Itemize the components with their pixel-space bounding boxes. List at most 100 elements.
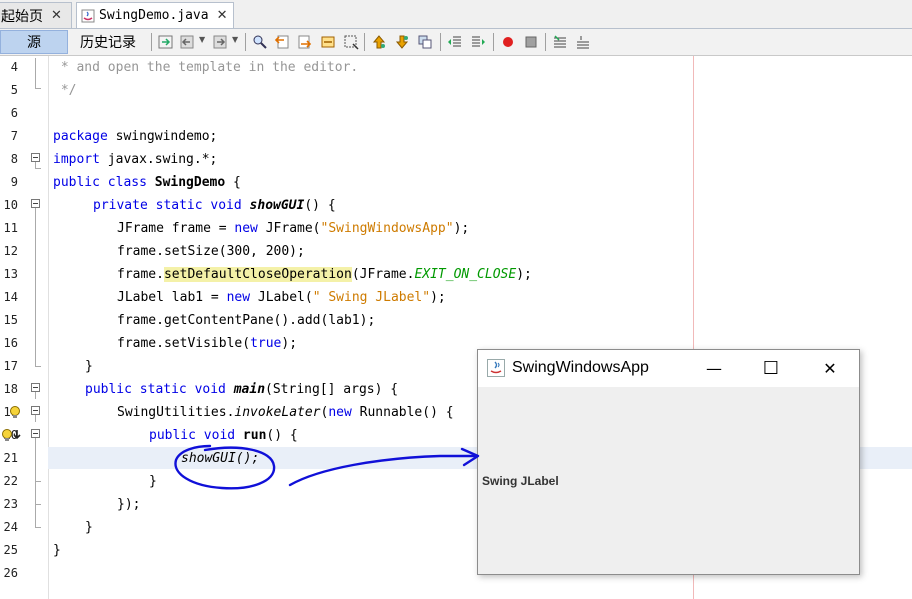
close-button[interactable]: ✕ bbox=[807, 350, 853, 387]
find-icon[interactable] bbox=[252, 34, 268, 50]
source-view-button[interactable]: 源 bbox=[0, 30, 68, 54]
tab-start-page[interactable]: 起始页 ✕ bbox=[0, 2, 72, 28]
code-line-22: } bbox=[149, 474, 157, 489]
code-line-12: frame.setSize(300, 200); bbox=[117, 244, 305, 259]
java-app-icon bbox=[487, 359, 505, 377]
line-number: 22 bbox=[3, 474, 18, 488]
code-line-21: showGUI(); bbox=[181, 451, 260, 466]
record-macro-icon[interactable] bbox=[500, 34, 516, 50]
close-icon[interactable]: ✕ bbox=[217, 8, 228, 23]
previous-bookmark-icon[interactable] bbox=[371, 34, 387, 50]
fold-end-marker bbox=[35, 366, 41, 367]
find-next-icon[interactable] bbox=[297, 34, 313, 50]
tab-label: 起始页 bbox=[1, 8, 43, 25]
back-icon[interactable] bbox=[180, 34, 196, 50]
line-number: 26 bbox=[3, 566, 18, 580]
line-number: 9 bbox=[10, 175, 18, 189]
uncomment-icon[interactable] bbox=[575, 34, 591, 50]
toolbar-separator bbox=[440, 33, 441, 51]
shift-left-icon[interactable] bbox=[447, 34, 463, 50]
line-number: 8 bbox=[10, 152, 18, 166]
swing-jlabel: Swing JLabel bbox=[482, 474, 559, 488]
line-number: 6 bbox=[10, 106, 18, 120]
line-number: 7 bbox=[10, 129, 18, 143]
fold-toggle[interactable] bbox=[31, 383, 40, 392]
line-number: 16 bbox=[3, 336, 18, 350]
code-line-7: package swingwindemo; bbox=[53, 129, 218, 144]
chevron-down-icon[interactable]: ▼ bbox=[199, 35, 205, 44]
toolbar-separator bbox=[493, 33, 494, 51]
toolbar-separator bbox=[245, 33, 246, 51]
code-line-16: frame.setVisible(true); bbox=[117, 336, 298, 351]
code-line-11: JFrame frame = new JFrame("SwingWindowsA… bbox=[117, 221, 470, 236]
editor-tab-bar: 起始页 ✕ SwingDemo.java ✕ bbox=[0, 0, 912, 29]
rectangular-selection-icon[interactable] bbox=[343, 34, 359, 50]
fold-end-marker bbox=[35, 88, 41, 89]
code-line-18: public static void main(String[] args) { bbox=[85, 382, 399, 397]
line-number: 5 bbox=[10, 83, 18, 97]
line-number: 10 bbox=[3, 198, 18, 212]
code-line-19: SwingUtilities.invokeLater(new Runnable(… bbox=[117, 405, 454, 420]
code-line-14: JLabel lab1 = new JLabel(" Swing JLabel"… bbox=[117, 290, 446, 305]
fold-toggle[interactable] bbox=[31, 406, 40, 415]
code-line-23: }); bbox=[117, 497, 141, 512]
line-number: 18 bbox=[3, 382, 18, 396]
code-line-13: frame.setDefaultCloseOperation(JFrame.EX… bbox=[117, 267, 532, 282]
next-bookmark-icon[interactable] bbox=[394, 34, 410, 50]
last-edit-icon[interactable] bbox=[158, 34, 174, 50]
fold-toggle[interactable] bbox=[31, 199, 40, 208]
fold-toggle[interactable] bbox=[31, 429, 40, 438]
forward-icon[interactable] bbox=[212, 34, 228, 50]
toolbar-separator bbox=[545, 33, 546, 51]
bulb-hint-icon[interactable] bbox=[8, 405, 22, 419]
tab-label: SwingDemo.java bbox=[99, 8, 209, 23]
java-file-icon bbox=[81, 9, 95, 22]
code-line-17: } bbox=[85, 359, 93, 374]
fold-guide bbox=[35, 58, 36, 88]
fold-guide bbox=[35, 504, 36, 527]
comment-icon[interactable] bbox=[552, 34, 568, 50]
code-line-24: } bbox=[85, 520, 93, 535]
line-number: 15 bbox=[3, 313, 18, 327]
stop-macro-icon[interactable] bbox=[523, 34, 539, 50]
line-number: 25 bbox=[3, 543, 18, 557]
history-view-button[interactable]: 历史记录 bbox=[70, 30, 146, 54]
toolbar-separator bbox=[151, 33, 152, 51]
line-number: 12 bbox=[3, 244, 18, 258]
window-title: SwingWindowsApp bbox=[512, 359, 649, 376]
shift-right-icon[interactable] bbox=[470, 34, 486, 50]
fold-end-marker bbox=[35, 527, 41, 528]
line-number: 21 bbox=[3, 451, 18, 465]
window-title-bar[interactable]: SwingWindowsApp — ☐ ✕ bbox=[478, 350, 859, 387]
fold-guide bbox=[35, 208, 36, 366]
fold-guide bbox=[35, 392, 36, 399]
line-number: 4 bbox=[10, 60, 18, 74]
maximize-button[interactable]: ☐ bbox=[748, 350, 794, 387]
code-line-15: frame.getContentPane().add(lab1); bbox=[117, 313, 376, 328]
line-number: 14 bbox=[3, 290, 18, 304]
line-number: 23 bbox=[3, 497, 18, 511]
code-line-25: } bbox=[53, 543, 61, 558]
find-previous-icon[interactable] bbox=[274, 34, 290, 50]
fold-guide bbox=[35, 415, 36, 422]
fold-guide bbox=[35, 481, 36, 504]
tab-swingdemo-java[interactable]: SwingDemo.java ✕ bbox=[76, 2, 234, 28]
editor-toolbar: 源 历史记录 ▼ ▼ bbox=[0, 29, 912, 56]
swing-app-window[interactable]: SwingWindowsApp — ☐ ✕ Swing JLabel bbox=[477, 349, 860, 575]
override-bulb-icon[interactable] bbox=[1, 428, 23, 442]
line-number: 13 bbox=[3, 267, 18, 281]
code-line-4: * and open the template in the editor. bbox=[53, 60, 359, 75]
close-icon[interactable]: ✕ bbox=[51, 8, 62, 23]
line-number: 11 bbox=[3, 221, 18, 235]
toggle-highlight-icon[interactable] bbox=[320, 34, 336, 50]
chevron-down-icon[interactable]: ▼ bbox=[232, 35, 238, 44]
line-number: 24 bbox=[3, 520, 18, 534]
fold-toggle[interactable] bbox=[31, 153, 40, 162]
code-line-9: public class SwingDemo { bbox=[53, 175, 241, 190]
line-number: 17 bbox=[3, 359, 18, 373]
minimize-button[interactable]: — bbox=[691, 350, 737, 387]
toggle-bookmark-icon[interactable] bbox=[417, 34, 433, 50]
code-line-20: public void run() { bbox=[149, 428, 298, 443]
toolbar-separator bbox=[364, 33, 365, 51]
code-line-5: */ bbox=[53, 83, 77, 98]
